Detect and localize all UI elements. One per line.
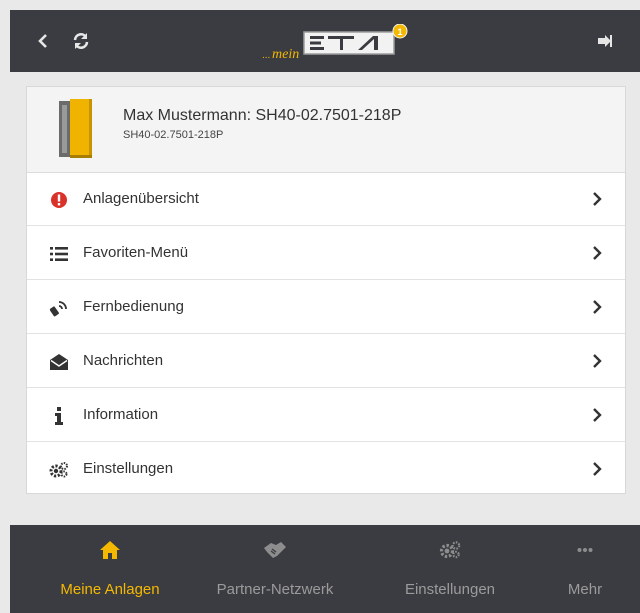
boiler-image: [59, 99, 93, 159]
handshake-icon: [263, 539, 287, 561]
main-panel: Max Mustermann: SH40-02.7501-218P SH40-0…: [26, 86, 626, 494]
bottom-nav: Meine Anlagen Partner-Netzwerk Einstellu…: [10, 525, 640, 613]
menu-item-information[interactable]: Information: [27, 389, 625, 442]
menu-item-label: Einstellungen: [83, 460, 174, 477]
info-icon: [49, 406, 69, 426]
home-icon: [98, 539, 122, 561]
meineta-logo: ... mein 1: [256, 23, 416, 64]
cogs-icon: [49, 460, 69, 480]
menu-item-anlagenuebersicht[interactable]: Anlagenübersicht: [27, 173, 625, 226]
chevron-right-icon: [589, 243, 605, 263]
chevron-right-icon: [589, 189, 605, 209]
menu-item-favoriten[interactable]: Favoriten-Menü: [27, 227, 625, 280]
envelope-open-icon: [49, 352, 69, 372]
chevron-right-icon: [589, 405, 605, 425]
nav-label: Partner-Netzwerk: [216, 581, 334, 598]
menu-item-label: Anlagenübersicht: [83, 190, 199, 207]
nav-meine-anlagen[interactable]: Meine Anlagen: [30, 525, 190, 613]
back-icon[interactable]: [32, 30, 54, 52]
list-icon: [49, 244, 69, 264]
top-bar: ... mein 1: [10, 10, 640, 72]
menu-item-label: Fernbedienung: [83, 298, 184, 315]
refresh-icon[interactable]: [70, 30, 92, 52]
menu-item-einstellungen[interactable]: Einstellungen: [27, 443, 625, 496]
more-dots-icon: [573, 539, 597, 561]
nav-partner-netzwerk[interactable]: Partner-Netzwerk: [200, 525, 350, 613]
chevron-right-icon: [589, 459, 605, 479]
menu-item-label: Nachrichten: [83, 352, 164, 369]
nav-mehr[interactable]: Mehr: [545, 525, 625, 613]
chevron-right-icon: [589, 351, 605, 371]
device-name: Max Mustermann: SH40-02.7501-218P: [123, 107, 402, 124]
nav-label: Einstellungen: [404, 581, 496, 598]
nav-label: Meine Anlagen: [60, 581, 160, 598]
device-header[interactable]: Max Mustermann: SH40-02.7501-218P SH40-0…: [27, 87, 625, 173]
logout-icon[interactable]: [594, 30, 616, 52]
menu-item-label: Information: [83, 406, 159, 423]
svg-text:...: ...: [262, 50, 270, 61]
chevron-right-icon: [589, 297, 605, 317]
menu-item-fernbedienung[interactable]: Fernbedienung: [27, 281, 625, 334]
menu-item-nachrichten[interactable]: Nachrichten: [27, 335, 625, 388]
cogs-icon: [438, 539, 462, 561]
nav-einstellungen[interactable]: Einstellungen: [375, 525, 525, 613]
logo-badge: 1: [397, 27, 402, 37]
logo-prefix: mein: [272, 47, 299, 62]
remote-signal-icon: [49, 298, 69, 318]
menu-item-label: Favoriten-Menü: [83, 244, 189, 261]
alert-circle-icon: [49, 190, 69, 210]
nav-label: Mehr: [567, 581, 603, 598]
device-id: SH40-02.7501-218P: [123, 129, 224, 141]
